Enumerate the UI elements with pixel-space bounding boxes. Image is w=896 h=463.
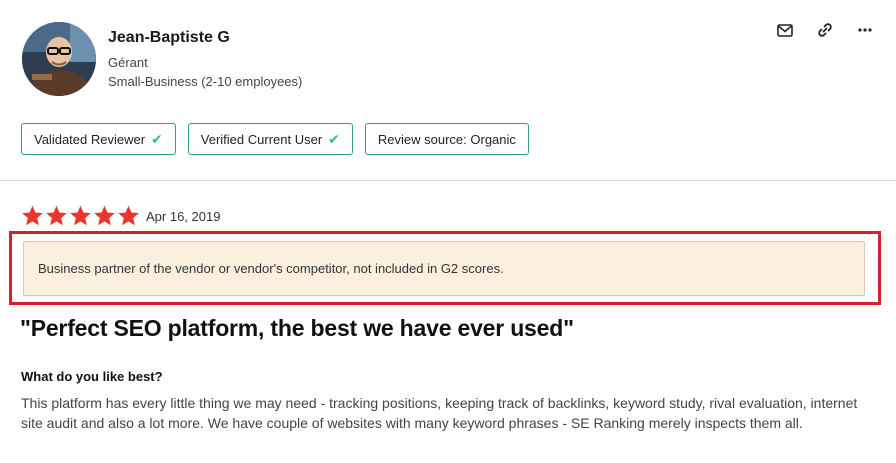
- badge-verified-current-user: Verified Current User ✔: [187, 123, 353, 155]
- check-icon: ✔: [151, 130, 163, 147]
- reviewer-badges: Validated Reviewer ✔ Verified Current Us…: [21, 123, 529, 155]
- partner-notice: Business partner of the vendor or vendor…: [23, 241, 865, 296]
- review-actions: [776, 20, 874, 40]
- review-question: What do you like best?: [21, 369, 163, 384]
- review-answer: This platform has every little thing we …: [21, 395, 858, 431]
- review-date: Apr 16, 2019: [146, 208, 221, 224]
- badge-label: Review source: Organic: [377, 131, 516, 147]
- star-icon: [94, 205, 115, 226]
- reviewer-name[interactable]: Jean-Baptiste G: [108, 29, 230, 47]
- avatar[interactable]: [22, 22, 96, 96]
- company-size: Small-Business (2-10 employees): [108, 74, 303, 89]
- reviewer-role: Gérant: [108, 55, 148, 70]
- link-icon[interactable]: [816, 20, 834, 40]
- divider: [0, 180, 896, 181]
- star-icon: [70, 205, 91, 226]
- highlight-box: Business partner of the vendor or vendor…: [9, 231, 881, 305]
- review-title: "Perfect SEO platform, the best we have …: [20, 315, 574, 341]
- mail-icon[interactable]: [776, 20, 794, 40]
- rating-row: Apr 16, 2019: [21, 205, 220, 227]
- more-icon[interactable]: [856, 20, 874, 40]
- badge-label: Validated Reviewer: [34, 131, 146, 147]
- star-icon: [118, 205, 139, 226]
- badge-label: Verified Current User: [200, 131, 323, 147]
- badge-validated-reviewer: Validated Reviewer ✔: [21, 123, 176, 155]
- reviewer-header: Jean-Baptiste G Gérant Small-Business (2…: [0, 0, 896, 180]
- check-icon: ✔: [328, 130, 340, 147]
- star-rating: [21, 205, 140, 227]
- star-icon: [46, 205, 67, 226]
- badge-review-source: Review source: Organic: [364, 123, 529, 155]
- star-icon: [22, 205, 43, 226]
